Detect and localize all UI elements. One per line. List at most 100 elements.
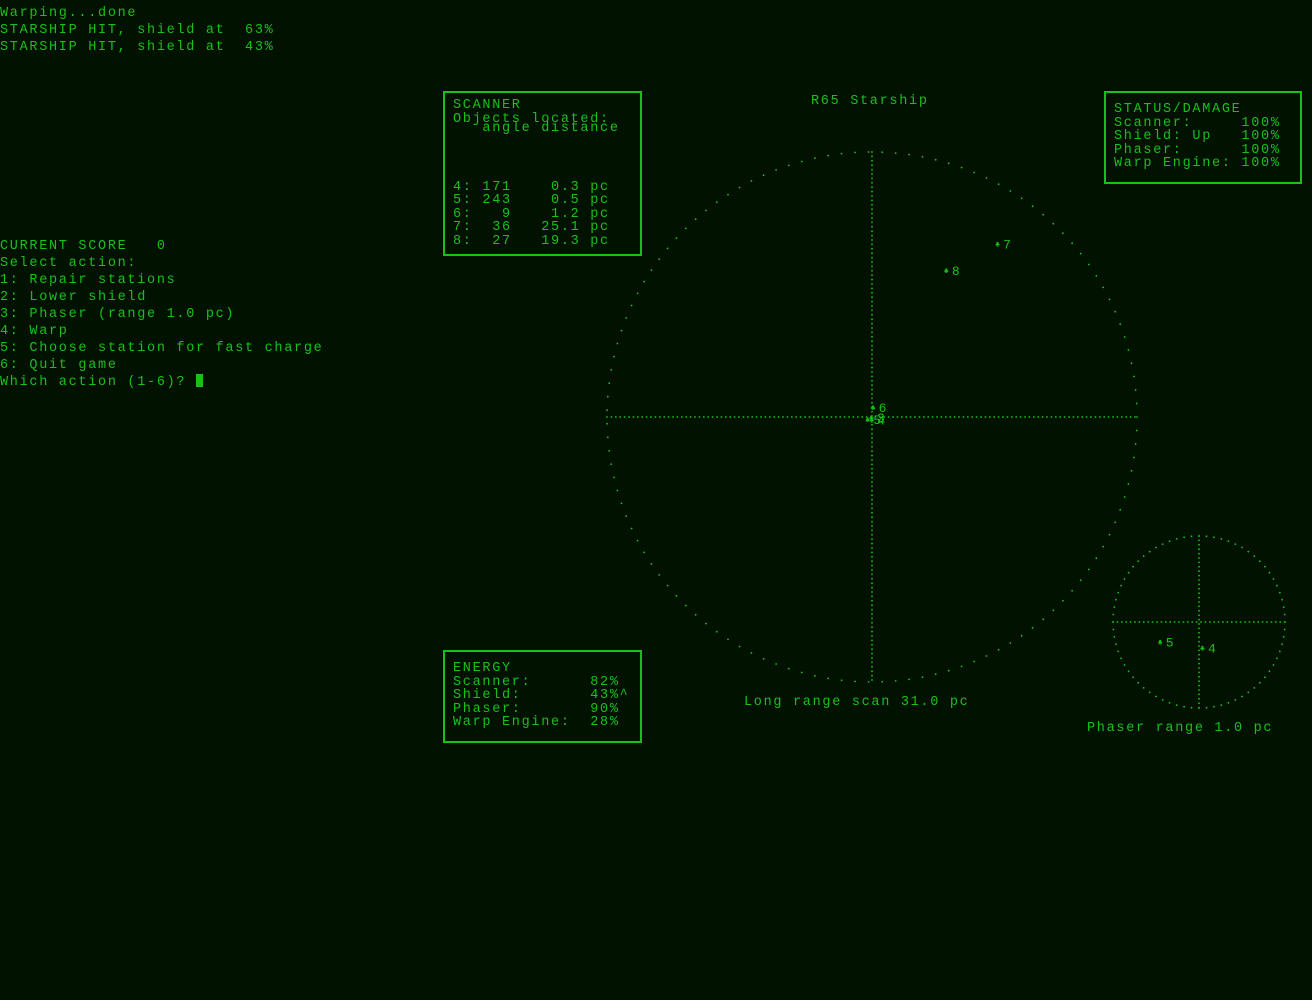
crosshair-dot (871, 357, 873, 360)
crosshair-dot (871, 538, 873, 541)
crosshair-dot (871, 595, 873, 598)
crosshair-dot (871, 599, 873, 602)
crosshair-dot (871, 564, 873, 567)
crosshair-dot (1002, 416, 1004, 418)
crosshair-dot (871, 190, 873, 193)
crosshair-dot (1024, 416, 1026, 418)
crosshair-dot (1198, 697, 1200, 700)
crosshair-dot (871, 498, 873, 501)
crosshair-dot (871, 415, 873, 417)
crosshair-dot (871, 485, 873, 488)
crosshair-dot (909, 416, 912, 418)
crosshair-dot (871, 529, 873, 532)
crosshair-dot (871, 432, 873, 435)
crosshair-dot (871, 507, 873, 510)
crosshair-dot (1090, 416, 1092, 418)
scope-ring-dot (1198, 707, 1200, 709)
crosshair-dot (716, 416, 718, 418)
log-line-2: STARSHIP HIT, shield at 63% (0, 23, 275, 38)
scope-ring-dot (1087, 263, 1090, 266)
crosshair-dot (768, 416, 771, 418)
crosshair-dot (1266, 621, 1268, 623)
scope-ring-dot (1168, 540, 1171, 543)
crosshair-dot (1198, 535, 1200, 537)
crosshair-dot (871, 340, 873, 343)
crosshair-dot (871, 472, 873, 475)
menu-option-fast-charge[interactable]: 5: Choose station for fast charge (0, 340, 323, 357)
crosshair-dot (971, 416, 974, 418)
crosshair-dot (865, 416, 868, 418)
scope-ring-dot (1042, 618, 1045, 621)
crosshair-dot (1252, 621, 1255, 623)
scope-ring-dot (1079, 252, 1082, 255)
action-input[interactable]: Which action (1-6)? (0, 374, 204, 391)
phaser-range-objects: ♣ 4♣ 5 (1158, 636, 1216, 657)
crosshair-dot (871, 393, 873, 395)
crosshair-dot (1198, 539, 1200, 542)
scope-ring-dot (606, 409, 608, 412)
crosshair-dot (871, 177, 873, 180)
crosshair-dot (1178, 621, 1180, 623)
crosshair-dot (883, 416, 886, 418)
crosshair-dot (1098, 416, 1101, 418)
scope-ring-dot (947, 162, 950, 165)
scope-ring-dot (1253, 555, 1256, 557)
log-line-3: STARSHIP HIT, shield at 43% (0, 40, 275, 55)
crosshair-dot (922, 416, 925, 418)
crosshair-dot (871, 208, 873, 211)
crosshair-dot (871, 278, 873, 281)
object-marker-icon: ♣ (869, 417, 876, 426)
crosshair-dot (871, 511, 873, 514)
menu-title: Select action: (0, 256, 138, 271)
menu-option-phaser[interactable]: 3: Phaser (range 1.0 pc) (0, 306, 235, 323)
crosshair-dot (871, 679, 873, 681)
crosshair-dot (667, 416, 670, 418)
scope-ring-dot (1127, 571, 1130, 574)
scope-ring-dot (620, 329, 623, 332)
scope-ring-dot (636, 292, 639, 295)
crosshair-dot (871, 657, 873, 659)
crosshair-dot (1198, 587, 1200, 590)
scope-ring-dot (1278, 591, 1281, 594)
menu-option-warp[interactable]: 4: Warp (0, 323, 69, 340)
scope-ring-dot (1220, 538, 1223, 540)
scope-ring-dot (1108, 298, 1111, 301)
crosshair-dot (870, 416, 872, 418)
crosshair-dot (871, 269, 873, 272)
crosshair-dot (1147, 621, 1150, 623)
scope-ring-dot (715, 630, 718, 633)
scope-ring-dot (1268, 670, 1271, 673)
crosshair-dot (871, 283, 873, 285)
crosshair-dot (641, 416, 644, 418)
scope-ring-dot (658, 574, 661, 576)
scope-ring-dot (606, 395, 609, 398)
menu-option-lower-shield[interactable]: 2: Lower shield (0, 289, 147, 306)
scope-ring-dot (1227, 540, 1230, 543)
crosshair-dot (623, 416, 626, 418)
crosshair-dot (871, 591, 873, 593)
scanner-header: angle distance (453, 121, 620, 137)
scope-ring-dot (1161, 543, 1164, 545)
menu-option-quit[interactable]: 6: Quit game (0, 357, 118, 374)
crosshair-dot (871, 410, 873, 413)
crosshair-dot (1198, 565, 1200, 568)
crosshair-dot (949, 416, 952, 418)
crosshair-dot (914, 416, 916, 418)
crosshair-dot (871, 525, 873, 527)
scope-ring-dot (1009, 190, 1012, 192)
crosshair-dot (871, 533, 873, 536)
crosshair-dot (1198, 640, 1200, 643)
scope-ring-dot (643, 551, 646, 554)
crosshair-dot (936, 416, 938, 418)
crosshair-dot (975, 416, 978, 418)
scope-ring-dot (750, 180, 753, 182)
object-label: 5 (873, 413, 883, 428)
scope-ring-dot (1283, 628, 1286, 631)
scope-ring-dot (867, 681, 870, 683)
status-content: STATUS/DAMAGE Scanner: 100% Shield: Up 1… (1114, 103, 1281, 171)
crosshair-dot (1138, 621, 1141, 623)
crosshair-dot (871, 626, 873, 629)
menu-option-repair[interactable]: 1: Repair stations (0, 272, 176, 289)
crosshair-dot (871, 274, 873, 277)
scope-ring-dot (1120, 657, 1122, 660)
